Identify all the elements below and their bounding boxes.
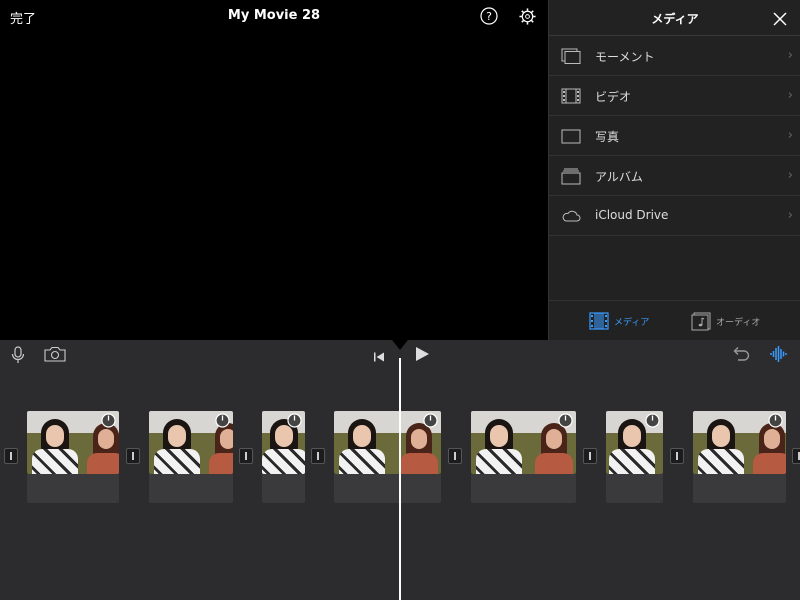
chevron-right-icon: › <box>787 88 793 103</box>
play-icon[interactable] <box>413 345 431 363</box>
video-clip[interactable] <box>606 411 663 503</box>
transition-button[interactable] <box>792 448 800 464</box>
video-clip[interactable] <box>693 411 786 503</box>
transition-button[interactable] <box>670 448 684 464</box>
transition-button[interactable] <box>4 448 18 464</box>
microphone-icon[interactable] <box>10 346 26 364</box>
clip-audio-track <box>471 474 576 503</box>
undo-icon[interactable] <box>732 346 750 362</box>
album-icon <box>561 167 581 185</box>
chevron-right-icon: › <box>787 208 793 223</box>
playhead[interactable] <box>399 358 401 600</box>
media-item-icloud-drive[interactable]: iCloud Drive › <box>549 196 800 236</box>
top-bar: 完了 My Movie 28 ? <box>0 0 548 34</box>
media-item-moments[interactable]: モーメント › <box>549 36 800 76</box>
transition-button[interactable] <box>239 448 253 464</box>
media-header: メディア <box>549 0 800 36</box>
question-circle-icon[interactable]: ? <box>480 7 498 25</box>
transition-button[interactable] <box>311 448 325 464</box>
video-clip[interactable] <box>262 411 305 503</box>
video-clip[interactable] <box>334 411 441 503</box>
clock-icon <box>287 413 302 428</box>
clip-audio-track <box>693 474 786 503</box>
media-item-label: アルバム <box>595 170 643 184</box>
media-item-photos[interactable]: 写真 › <box>549 116 800 156</box>
video-clip[interactable] <box>27 411 119 503</box>
playhead-notch <box>392 340 408 350</box>
close-icon[interactable] <box>773 11 787 26</box>
moments-icon <box>561 47 581 65</box>
chevron-right-icon: › <box>787 168 793 183</box>
clock-icon <box>768 413 783 428</box>
music-note-icon <box>691 311 711 331</box>
project-title: My Movie 28 <box>227 8 321 23</box>
chevron-right-icon: › <box>787 128 793 143</box>
gear-icon[interactable] <box>518 7 537 26</box>
clock-icon <box>101 413 116 428</box>
cloud-icon <box>561 207 581 225</box>
clip-audio-track <box>334 474 441 503</box>
clip-audio-track <box>149 474 233 503</box>
clip-audio-track <box>606 474 663 503</box>
transition-button[interactable] <box>448 448 462 464</box>
tab-label: オーディオ <box>716 318 761 328</box>
clock-icon <box>423 413 438 428</box>
media-item-label: モーメント <box>595 50 655 64</box>
video-clip[interactable] <box>471 411 576 503</box>
waveform-icon[interactable] <box>769 345 789 363</box>
video-preview[interactable] <box>0 34 548 340</box>
film-icon <box>589 311 609 331</box>
svg-text:?: ? <box>486 10 492 23</box>
media-panel-title: メディア <box>651 12 699 26</box>
media-panel: メディア モーメント › ビデオ › 写真 › アルバム › iCloud Dr… <box>548 0 800 340</box>
clock-icon <box>215 413 230 428</box>
media-tab-bar: メディア オーディオ <box>549 300 800 340</box>
film-icon <box>561 87 581 105</box>
media-item-video[interactable]: ビデオ › <box>549 76 800 116</box>
photo-icon <box>561 127 581 145</box>
media-item-albums[interactable]: アルバム › <box>549 156 800 196</box>
skip-to-start-icon[interactable] <box>373 348 385 362</box>
clip-audio-track <box>262 474 305 503</box>
clock-icon <box>558 413 573 428</box>
transition-button[interactable] <box>583 448 597 464</box>
transition-button[interactable] <box>126 448 140 464</box>
camera-icon[interactable] <box>44 346 66 362</box>
media-item-label: ビデオ <box>595 90 632 104</box>
timeline[interactable] <box>0 340 800 600</box>
tab-label: メディア <box>614 318 650 328</box>
chevron-right-icon: › <box>787 48 793 63</box>
media-item-label: iCloud Drive <box>595 208 669 222</box>
video-clip[interactable] <box>149 411 233 503</box>
clip-audio-track <box>27 474 119 503</box>
clock-icon <box>645 413 660 428</box>
media-item-label: 写真 <box>595 130 620 144</box>
